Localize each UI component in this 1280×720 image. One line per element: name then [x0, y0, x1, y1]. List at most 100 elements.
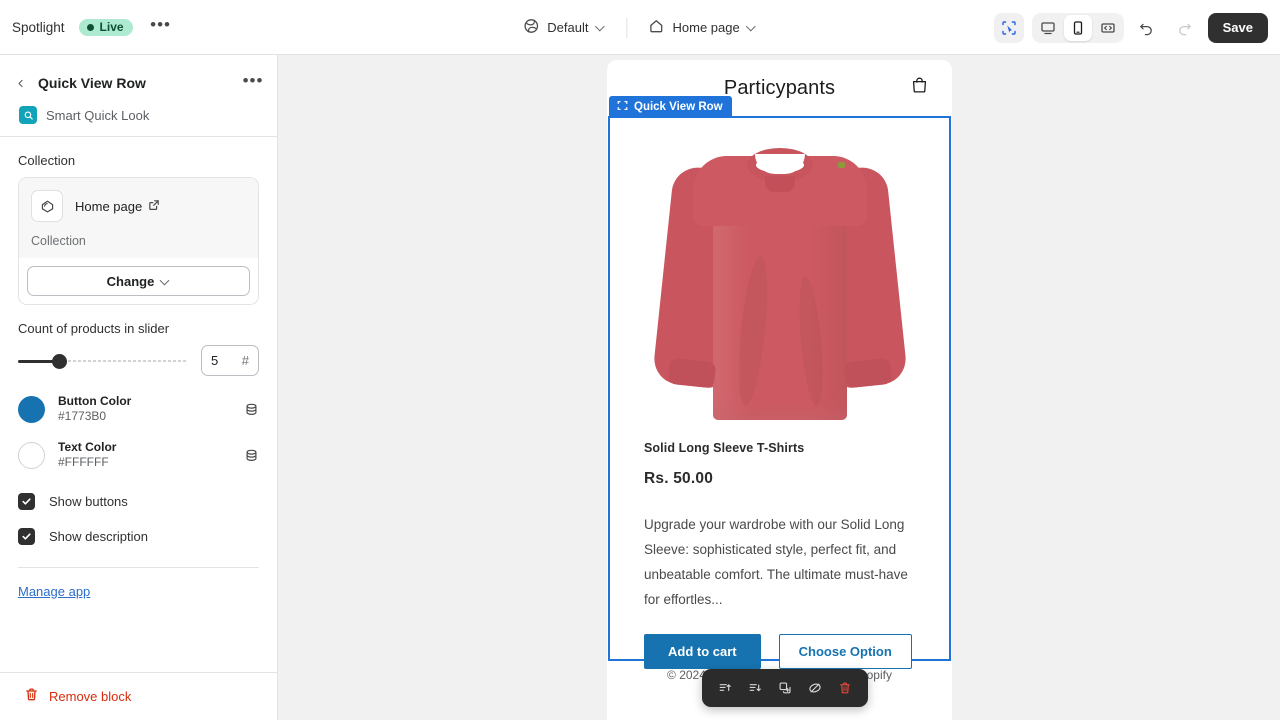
home-icon	[648, 18, 664, 37]
collection-resource-main: Home page	[31, 190, 246, 222]
duplicate-icon[interactable]	[772, 675, 798, 701]
product-count-value: 5	[211, 353, 219, 368]
product-image[interactable]	[610, 121, 949, 441]
show-description-checkbox[interactable]	[18, 528, 35, 545]
shirt-right-cuff	[843, 357, 892, 389]
product-count-control: 5 #	[18, 345, 259, 376]
theme-selector-button[interactable]: Default	[514, 13, 614, 43]
product-count-label: Count of products in slider	[18, 321, 170, 336]
page-selector-label: Home page	[672, 20, 740, 35]
product-description: Upgrade your wardrobe with our Solid Lon…	[644, 517, 908, 607]
smart-quick-look-app-icon	[19, 106, 37, 124]
settings-sidebar: Quick View Row ••• Smart Quick Look Coll…	[0, 55, 278, 720]
remove-block-button[interactable]: Remove block	[18, 686, 137, 706]
selection-bracket-icon	[617, 100, 628, 114]
text-color-texts: Text Color #FFFFFF	[58, 440, 231, 470]
desktop-icon[interactable]	[1034, 15, 1062, 41]
show-buttons-row[interactable]: Show buttons	[18, 484, 259, 519]
back-chevron-icon[interactable]	[10, 72, 32, 94]
product-actions: Add to cart Choose Option	[644, 634, 915, 669]
globe-icon	[523, 18, 539, 37]
collection-resource-name-row[interactable]: Home page	[75, 199, 160, 214]
topbar-more-menu-button[interactable]: •••	[147, 13, 175, 41]
red-long-sleeve-tshirt-illustration	[651, 136, 908, 426]
live-status-badge: Live	[78, 18, 133, 36]
topbar-left-group: Spotlight Live •••	[0, 13, 175, 41]
product-count-slider[interactable]	[18, 350, 187, 372]
undo-icon[interactable]	[1132, 13, 1162, 43]
text-color-swatch[interactable]	[18, 441, 45, 469]
page-selector-button[interactable]: Home page	[639, 13, 765, 43]
external-link-icon[interactable]	[148, 199, 160, 214]
sidebar-divider	[0, 136, 277, 137]
button-color-source-icon[interactable]	[244, 402, 259, 417]
move-up-icon[interactable]	[712, 675, 738, 701]
topbar-divider	[626, 17, 628, 38]
topbar-right-group: Save	[993, 0, 1268, 55]
block-selection-label[interactable]: Quick View Row	[609, 96, 732, 117]
top-bar: Spotlight Live ••• Default Home page Sav…	[0, 0, 1280, 55]
button-color-hex: #1773B0	[58, 409, 107, 423]
chevron-down-icon	[748, 23, 757, 32]
save-button[interactable]: Save	[1207, 12, 1268, 43]
live-dot-icon	[86, 23, 94, 31]
sidebar-settings-rule	[18, 567, 259, 568]
store-title: Particypants	[723, 76, 836, 99]
show-buttons-label: Show buttons	[49, 494, 128, 509]
manage-app-link[interactable]: Manage app	[18, 584, 90, 599]
add-to-cart-button[interactable]: Add to cart	[644, 634, 761, 669]
button-color-name: Button Color	[58, 394, 132, 408]
button-color-texts: Button Color #1773B0	[58, 394, 231, 424]
remove-block-label: Remove block	[49, 688, 132, 704]
text-color-name: Text Color	[58, 440, 117, 454]
button-color-swatch[interactable]	[18, 395, 45, 423]
redo-icon	[1170, 13, 1200, 43]
collection-resource-card: Home page Collection Change	[18, 177, 259, 305]
hide-icon[interactable]	[802, 675, 828, 701]
sidebar-title-row: Quick View Row •••	[10, 69, 267, 97]
slider-thumb[interactable]	[52, 353, 67, 369]
theme-editor-app: Spotlight Live ••• Default Home page Sav…	[0, 0, 1280, 720]
delete-icon[interactable]	[832, 675, 858, 701]
block-more-menu-button[interactable]: •••	[239, 69, 267, 97]
collection-resource-bottom: Change	[19, 258, 258, 304]
block-floating-toolbar	[702, 669, 868, 707]
show-description-row[interactable]: Show description	[18, 519, 259, 554]
app-name-label: Smart Quick Look	[46, 107, 150, 123]
text-color-setting[interactable]: Text Color #FFFFFF	[18, 432, 259, 478]
fullscreen-icon[interactable]	[1094, 15, 1122, 41]
sidebar-footer: Remove block	[0, 672, 277, 720]
slider-remaining-track	[58, 360, 187, 362]
inspect-icon[interactable]	[993, 12, 1024, 43]
product-price: Rs. 50.00	[644, 470, 714, 487]
product-count-input[interactable]: 5 #	[201, 345, 259, 376]
quick-view-row-block[interactable]: Quick View Row Solid Long Sleeve T-Shirt…	[608, 96, 951, 669]
shirt-shoulder-tag	[837, 162, 845, 168]
trash-icon	[24, 687, 39, 705]
product-count-suffix: #	[241, 353, 249, 368]
button-color-setting[interactable]: Button Color #1773B0	[18, 386, 259, 432]
product-info: Solid Long Sleeve T-Shirts Rs. 50.00 Upg…	[610, 441, 949, 669]
mobile-icon[interactable]	[1063, 14, 1092, 41]
collection-resource-subtitle: Collection	[31, 234, 86, 248]
chevron-down-icon	[596, 23, 605, 32]
viewport-toggle-group	[1031, 12, 1124, 43]
theme-selector-label: Default	[547, 20, 589, 35]
change-collection-button[interactable]: Change	[27, 266, 250, 296]
shopping-bag-icon[interactable]	[909, 75, 930, 101]
mobile-preview-frame: Particypants Quick View Row Solid Long S…	[607, 60, 952, 720]
page-title: Quick View Row	[38, 75, 146, 91]
shirt-left-cuff	[667, 357, 716, 389]
block-selection-label-text: Quick View Row	[634, 100, 723, 113]
shop-name: Spotlight	[12, 19, 65, 35]
show-description-label: Show description	[49, 529, 148, 544]
change-button-label: Change	[106, 273, 155, 289]
collection-icon	[31, 190, 63, 222]
text-color-source-icon[interactable]	[244, 448, 259, 463]
sidebar-settings-body: Collection Home page Collection Change C…	[0, 153, 277, 601]
live-badge-label: Live	[99, 20, 124, 34]
chevron-down-icon	[161, 277, 170, 286]
show-buttons-checkbox[interactable]	[18, 493, 35, 510]
choose-option-button[interactable]: Choose Option	[778, 634, 912, 669]
move-down-icon[interactable]	[742, 675, 768, 701]
